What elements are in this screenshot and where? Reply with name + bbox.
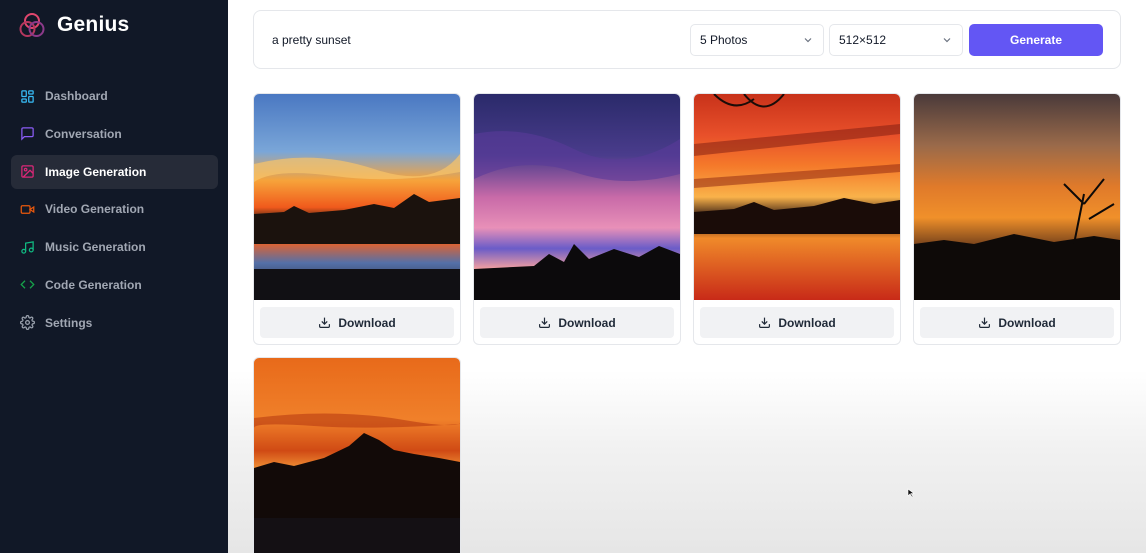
sidebar-item-label: Music Generation (45, 240, 146, 255)
sidebar-item-label: Video Generation (45, 202, 145, 217)
main-content: 5 Photos 512×512 Generate Down (228, 0, 1146, 553)
generated-image (474, 94, 680, 300)
download-button[interactable]: Download (260, 307, 454, 338)
generation-form: 5 Photos 512×512 Generate (253, 10, 1121, 69)
dashboard-icon (20, 89, 35, 104)
generated-image (254, 94, 460, 300)
code-icon (20, 277, 35, 292)
image-card: Download (473, 93, 681, 345)
video-icon (20, 202, 35, 217)
sidebar-item-label: Image Generation (45, 164, 147, 179)
sidebar-item-label: Code Generation (45, 277, 142, 292)
sidebar-item-image-generation[interactable]: Image Generation (11, 154, 218, 189)
prompt-input[interactable] (272, 33, 652, 47)
download-label: Download (558, 315, 616, 330)
sidebar-item-conversation[interactable]: Conversation (11, 117, 218, 151)
resolution-select[interactable]: 512×512 (829, 24, 963, 56)
image-card: Download (913, 93, 1121, 345)
download-label: Download (778, 315, 836, 330)
download-button[interactable]: Download (480, 307, 674, 338)
sidebar-item-settings[interactable]: Settings (11, 306, 218, 340)
sidebar-item-code-generation[interactable]: Code Generation (11, 268, 218, 302)
generated-image (694, 94, 900, 300)
download-icon (979, 317, 991, 328)
brand[interactable]: Genius (19, 12, 129, 38)
generate-button[interactable]: Generate (969, 24, 1103, 56)
image-icon (20, 164, 35, 179)
image-card (253, 357, 461, 553)
sidebar: Genius Dashboard Conversation Image Gene… (0, 0, 228, 553)
chevron-down-icon (943, 38, 951, 43)
message-square-icon (20, 126, 35, 141)
sidebar-item-label: Conversation (45, 126, 122, 141)
sidebar-nav: Dashboard Conversation Image Generation … (11, 79, 218, 344)
sidebar-item-label: Settings (45, 315, 93, 330)
generated-image (254, 358, 460, 553)
download-button[interactable]: Download (920, 307, 1114, 338)
chevron-down-icon (804, 38, 812, 43)
generated-image (914, 94, 1120, 300)
mouse-cursor (907, 488, 915, 498)
amount-select[interactable]: 5 Photos (690, 24, 824, 56)
download-button[interactable]: Download (700, 307, 894, 338)
sidebar-item-label: Dashboard (45, 89, 108, 103)
brand-name: Genius (57, 13, 130, 36)
amount-select-value: 5 Photos (700, 33, 748, 47)
sidebar-item-music-generation[interactable]: Music Generation (11, 230, 218, 264)
settings-icon (20, 315, 35, 331)
download-label: Download (998, 315, 1056, 330)
download-icon (319, 317, 331, 328)
sidebar-item-video-generation[interactable]: Video Generation (11, 192, 218, 226)
logo-icon (19, 13, 45, 37)
download-icon (759, 317, 771, 328)
music-icon (20, 240, 35, 255)
image-card: Download (693, 93, 901, 345)
download-icon (539, 317, 551, 328)
resolution-select-value: 512×512 (839, 33, 887, 47)
sidebar-item-dashboard[interactable]: Dashboard (11, 79, 218, 113)
download-label: Download (338, 315, 396, 330)
image-card: Download (253, 93, 461, 345)
